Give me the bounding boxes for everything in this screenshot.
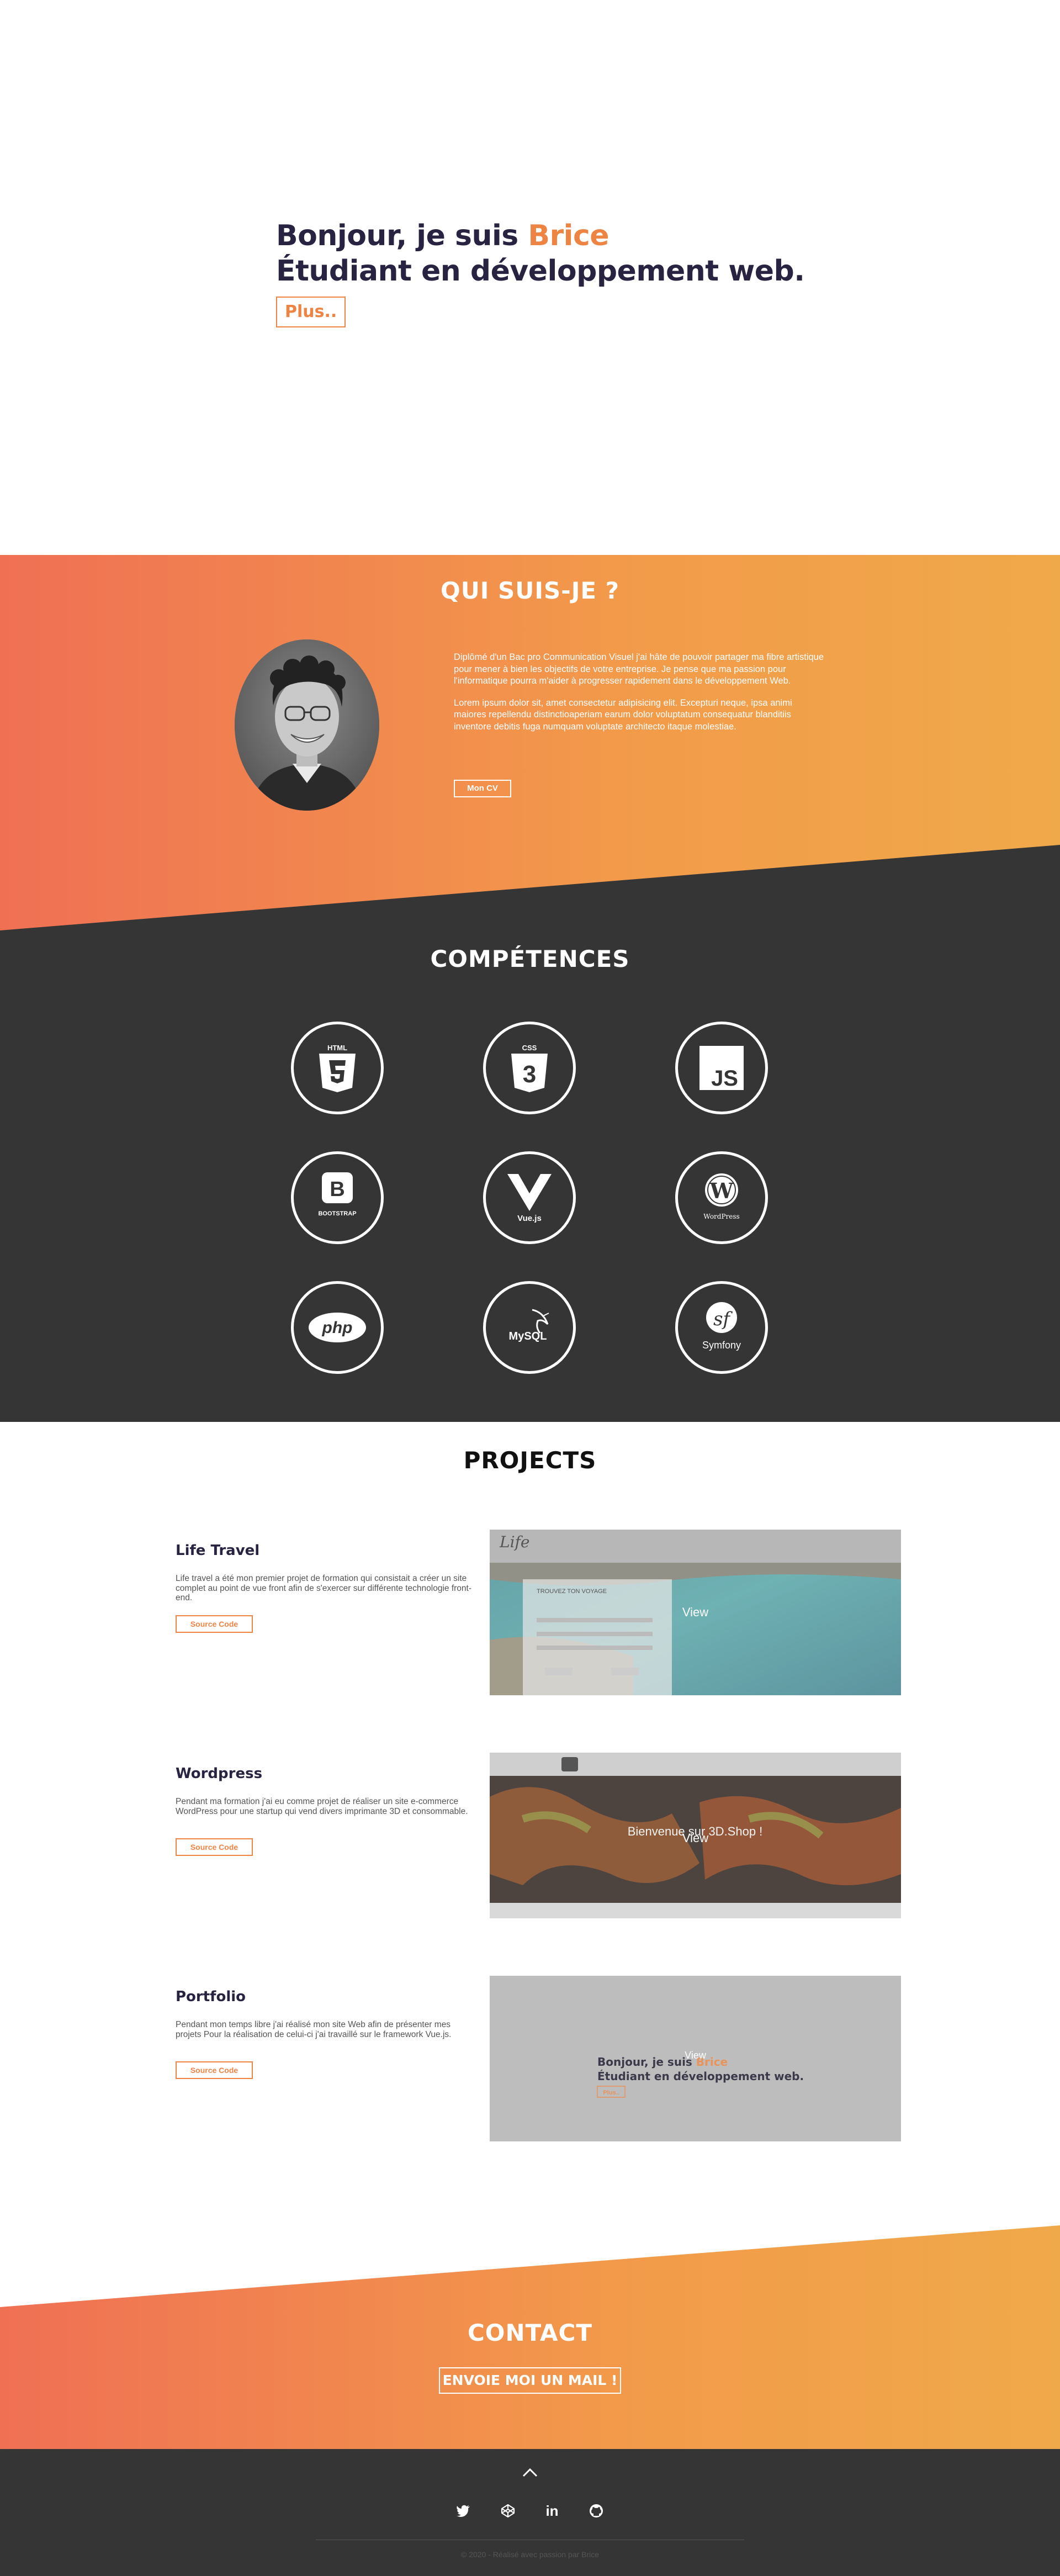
project-description-life-travel: Life travel a été mon premier projet de … [176, 1574, 472, 1602]
linkedin-icon[interactable]: in [544, 2503, 560, 2519]
project-description-wordpress: Pendant ma formation j'ai eu comme proje… [176, 1797, 468, 1816]
chevron-up-icon[interactable] [522, 2464, 538, 2480]
codepen-icon[interactable] [500, 2503, 516, 2519]
mysql-label: MySQL [509, 1330, 547, 1342]
php-label: php [322, 1319, 353, 1337]
wordpress-label: WordPress [703, 1213, 739, 1220]
mysql-icon: MySQL [483, 1281, 576, 1374]
bootstrap-label: BOOTSTRAP [318, 1210, 356, 1217]
svg-text:3: 3 [523, 1061, 536, 1088]
javascript-icon: JS [675, 1022, 768, 1114]
hero-name: Brice [528, 219, 610, 252]
source-code-button-portfolio[interactable]: Source Code [176, 2061, 253, 2079]
vuejs-icon: Vue.js [483, 1151, 576, 1244]
contact-title: CONTACT [467, 2319, 593, 2346]
hero-more-button[interactable]: Plus.. [276, 297, 346, 327]
about-text: Diplômé d'un Bac pro Communication Visue… [454, 652, 824, 743]
hero-section: Bonjour, je suis Brice Étudiant en dével… [0, 0, 1060, 555]
project-preview-wordpress[interactable]: Bienvenue sur 3D.Shop ! View [490, 1753, 901, 1918]
project-name-life-travel: Life Travel [176, 1542, 260, 1559]
php-icon: php [291, 1281, 384, 1374]
hero-text: Bonjour, je suis Brice Étudiant en dével… [276, 218, 805, 327]
project-description-portfolio: Pendant mon temps libre j'ai réalisé mon… [176, 2020, 452, 2039]
view-overlay-wordpress: View [682, 1831, 709, 1845]
svg-text:W: W [709, 1178, 734, 1203]
css3-icon: CSS 3 [483, 1022, 576, 1114]
wordpress-icon: W WordPress [675, 1151, 768, 1244]
about-paragraph-1: Diplômé d'un Bac pro Communication Visue… [454, 652, 824, 686]
javascript-label: JS [711, 1066, 738, 1090]
view-overlay-life-travel: View [682, 1605, 709, 1619]
html5-icon: HTML [291, 1022, 384, 1114]
linkedin-label: in [545, 2502, 559, 2519]
about-paragraph-2: Lorem ipsum dolor sit, amet consectetur … [454, 697, 792, 732]
skills-title: COMPÉTENCES [430, 945, 630, 972]
hero-heading: Bonjour, je suis Brice [276, 218, 805, 253]
css3-label: CSS [522, 1044, 537, 1052]
send-mail-button[interactable]: ENVOIE MOI UN MAIL ! [439, 2367, 621, 2394]
profile-photo [235, 639, 379, 811]
project-name-portfolio: Portfolio [176, 1988, 246, 2005]
project-preview-life-travel[interactable]: Life TROUVEZ TON VOYAGE View [490, 1530, 901, 1695]
twitter-icon[interactable] [455, 2503, 471, 2519]
projects-title: PROJECTS [463, 1447, 597, 1474]
source-code-button-wordpress[interactable]: Source Code [176, 1838, 253, 1856]
bootstrap-icon: B BOOTSTRAP [291, 1151, 384, 1244]
cv-button[interactable]: Mon CV [454, 780, 511, 797]
hero-greeting: Bonjour, je suis [276, 219, 528, 252]
symfony-icon: sf Symfony [675, 1281, 768, 1374]
svg-text:B: B [330, 1178, 344, 1201]
hero-subtitle: Étudiant en développement web. [276, 255, 805, 288]
project-name-wordpress: Wordpress [176, 1765, 263, 1782]
github-icon[interactable] [588, 2503, 605, 2519]
project-preview-portfolio[interactable]: Bonjour, je suis Brice Étudiant en dével… [490, 1976, 901, 2141]
view-overlay-portfolio: View [685, 2049, 706, 2061]
symfony-label: Symfony [702, 1340, 741, 1351]
vuejs-label: Vue.js [517, 1214, 542, 1223]
source-code-button-life-travel[interactable]: Source Code [176, 1615, 253, 1633]
footer-copyright: © 2020 - Réalisé avec passion par Brice [461, 2550, 599, 2559]
about-title: QUI SUIS-JE ? [440, 577, 620, 604]
html5-label: HTML [327, 1044, 347, 1052]
